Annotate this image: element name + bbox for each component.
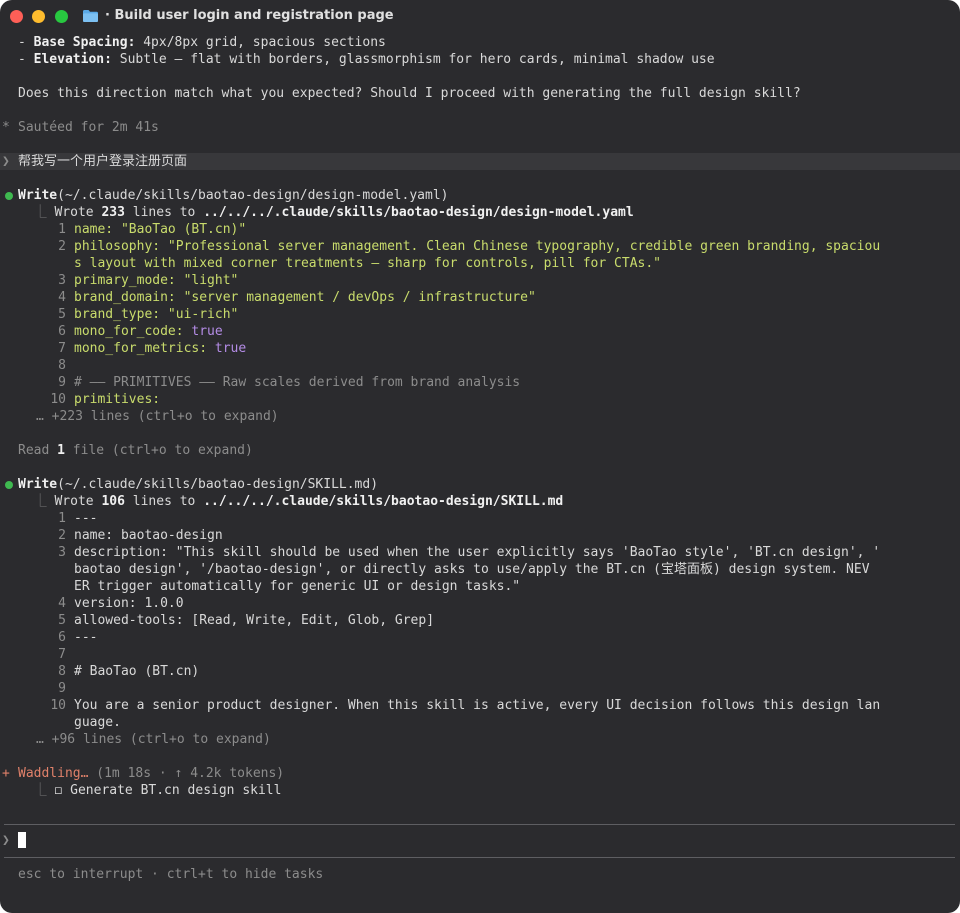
working-verb: Waddling… <box>18 766 89 781</box>
input-area[interactable]: ❯ <box>0 832 958 849</box>
terminal-window: · Build user login and registration page… <box>0 0 960 913</box>
text-cursor <box>18 832 26 848</box>
question-line: Does this direction match what you expec… <box>18 86 801 101</box>
task-item: ⎿ ◻ Generate BT.cn design skill <box>18 783 282 798</box>
user-prompt: ❯ 帮我写一个用户登录注册页面 <box>0 153 960 170</box>
input-divider-bottom <box>4 857 955 858</box>
spacing-value: 4px/8px grid, spacious sections <box>135 35 386 50</box>
zoom-button[interactable] <box>55 10 68 23</box>
transcript: - Base Spacing: 4px/8px grid, spacious s… <box>0 34 960 799</box>
elevation-label: Elevation: <box>33 52 112 67</box>
write-tool-call-1: Write(~/.claude/skills/baotao-design/des… <box>0 187 960 204</box>
prompt-chevron-icon: ❯ <box>2 833 10 848</box>
checkbox-icon[interactable]: ◻ <box>54 783 62 798</box>
code-line: 5 brand_type: "ui-rich" <box>58 307 239 322</box>
write-tool-call-2: Write(~/.claude/skills/baotao-design/SKI… <box>0 476 960 493</box>
code-line: 9 <box>58 681 66 696</box>
task-label: Generate BT.cn design skill <box>70 783 282 798</box>
working-status: + Waddling… (1m 18s · ↑ 4.2k tokens) <box>0 765 960 782</box>
tool-name: Write <box>18 477 58 492</box>
status-done: * Sautéed for 2m 41s <box>0 119 960 136</box>
code-line: 1 --- <box>58 511 98 526</box>
code-line: 9 # —— PRIMITIVES —— Raw scales derived f… <box>58 375 521 390</box>
code-line: 7 mono_for_metrics: true <box>58 341 247 356</box>
code-line: 3 primary_mode: "light" <box>58 273 239 288</box>
code-line: 1 name: "BaoTao (BT.cn)" <box>58 222 247 237</box>
code-line: 10 You are a senior product designer. Whe… <box>50 698 881 713</box>
code-line: 8 <box>58 358 66 373</box>
code-line: 7 <box>58 647 66 662</box>
minimize-button[interactable] <box>32 10 45 23</box>
code-line-wrap: guage. <box>74 715 121 730</box>
target-path: ../../../.claude/skills/baotao-design/de… <box>203 205 634 220</box>
elevation-line: - Elevation: Subtle — flat with borders,… <box>18 52 715 67</box>
code-line: 3 description: "This skill should be used… <box>58 545 881 560</box>
code-line: 6 mono_for_code: true <box>58 324 223 339</box>
close-button[interactable] <box>10 10 23 23</box>
write-result-1: ⎿ Wrote 233 lines to ../../../.claude/sk… <box>18 205 634 220</box>
elevation-value: Subtle — flat with borders, glassmorphis… <box>111 52 715 67</box>
status-done-text: Sautéed for 2m 41s <box>18 120 159 135</box>
code-line-wrap: s layout with mixed corner treatments — … <box>74 256 661 271</box>
code-line-wrap: baotao design', '/baotao-design', or dir… <box>74 562 870 577</box>
target-path: ../../../.claude/skills/baotao-design/SK… <box>203 494 564 509</box>
expand-more-2[interactable]: … +96 lines (ctrl+o to expand) <box>0 731 960 748</box>
code-line: 2 name: baotao-design <box>58 528 223 543</box>
spacing-line: - Base Spacing: 4px/8px grid, spacious s… <box>18 35 386 50</box>
input-divider-top <box>4 824 955 825</box>
code-line: 8 # BaoTao (BT.cn) <box>58 664 200 679</box>
folder-icon <box>83 10 98 22</box>
read-result[interactable]: Read 1 file (ctrl+o to expand) <box>0 442 960 459</box>
success-dot-icon <box>5 192 13 200</box>
asterisk-icon: * <box>2 120 10 135</box>
line-count: 106 <box>101 494 125 509</box>
line-count: 233 <box>101 205 125 220</box>
code-line: 10 primitives: <box>50 392 161 407</box>
prompt-chevron-icon: ❯ <box>2 154 10 169</box>
tool-name: Write <box>18 188 58 203</box>
window-title: · Build user login and registration page <box>105 8 394 23</box>
spacing-label: Base Spacing: <box>33 35 136 50</box>
user-prompt-text: 帮我写一个用户登录注册页面 <box>18 154 188 169</box>
spinner-icon: + <box>2 766 10 781</box>
expand-more-1[interactable]: … +223 lines (ctrl+o to expand) <box>0 408 960 425</box>
write-result-2: ⎿ Wrote 106 lines to ../../../.claude/sk… <box>18 494 564 509</box>
tool-path: (~/.claude/skills/baotao-design/SKILL.md… <box>57 477 379 492</box>
code-line: 6 --- <box>58 630 98 645</box>
code-line: 4 version: 1.0.0 <box>58 596 184 611</box>
code-line-wrap: ER trigger automatically for generic UI … <box>74 579 521 594</box>
footer-hint: esc to interrupt · ctrl+t to hide tasks <box>18 867 324 882</box>
success-dot-icon <box>5 481 13 489</box>
code-line: 2 philosophy: "Professional server manage… <box>58 239 881 254</box>
code-line: 4 brand_domain: "server management / devO… <box>58 290 536 305</box>
title-bar: · Build user login and registration page <box>0 0 960 34</box>
tool-path: (~/.claude/skills/baotao-design/design-m… <box>57 188 449 203</box>
working-meta: (1m 18s · ↑ 4.2k tokens) <box>88 766 285 781</box>
read-count: 1 <box>57 443 65 458</box>
code-line: 5 allowed-tools: [Read, Write, Edit, Glob… <box>58 613 435 628</box>
